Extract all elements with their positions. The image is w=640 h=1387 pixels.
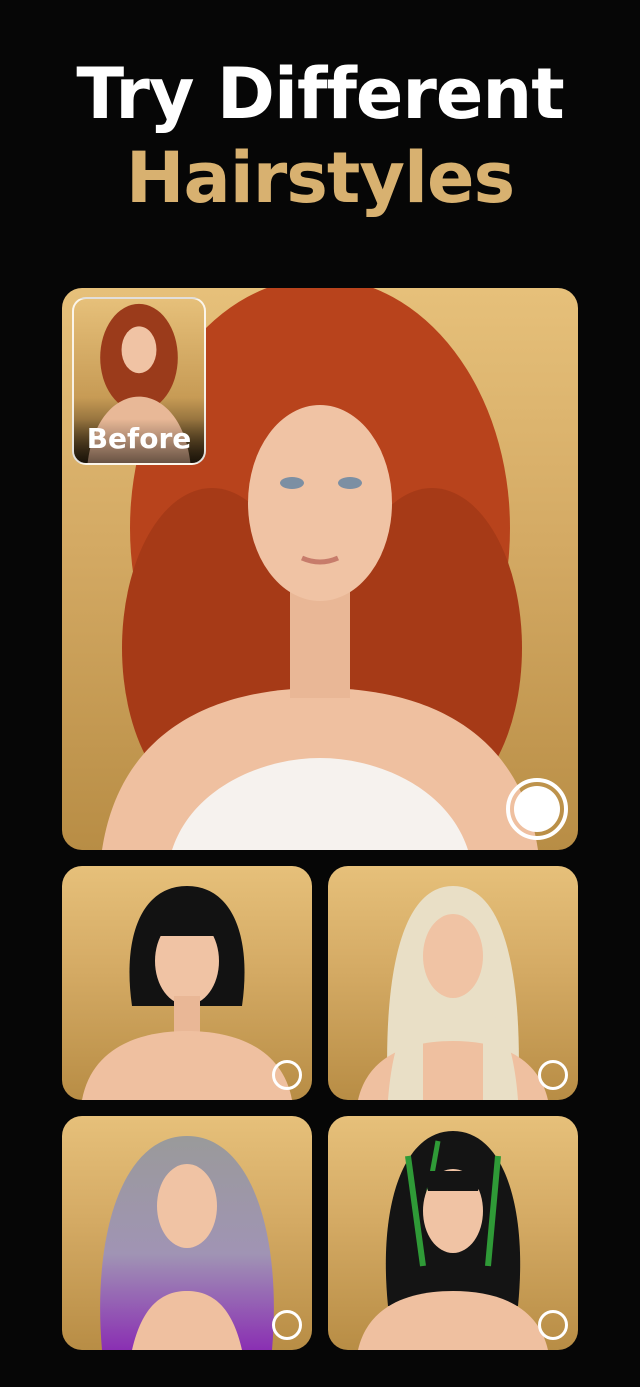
radio-selected-dot [514, 786, 560, 832]
style-radio-4[interactable] [538, 1310, 568, 1340]
style-radio-1[interactable] [272, 1060, 302, 1090]
headline-line-1: Try Different [76, 53, 564, 135]
before-thumbnail[interactable]: Before [72, 297, 206, 465]
style-radio-2[interactable] [538, 1060, 568, 1090]
main-select-radio[interactable] [506, 778, 568, 840]
headline: Try Different Hairstyles [0, 52, 640, 220]
headline-line-2: Hairstyles [125, 137, 515, 219]
before-label: Before [74, 419, 204, 463]
style-radio-3[interactable] [272, 1310, 302, 1340]
